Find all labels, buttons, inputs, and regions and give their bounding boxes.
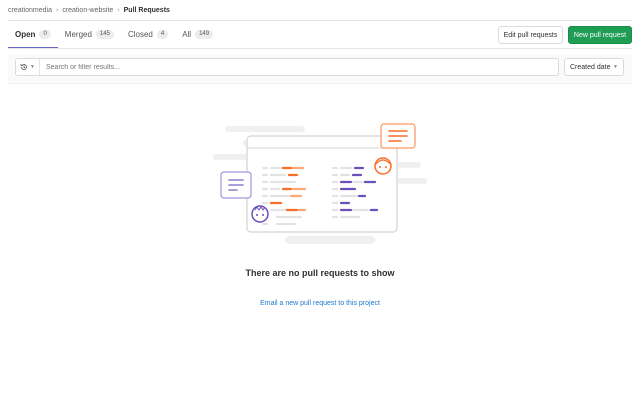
tab-merged[interactable]: Merged 145 bbox=[58, 21, 121, 49]
history-icon bbox=[20, 64, 27, 70]
empty-state-illustration bbox=[213, 123, 427, 244]
tab-open[interactable]: Open 0 bbox=[8, 21, 58, 49]
chevron-down-icon: ▼ bbox=[30, 64, 35, 70]
chevron-right-icon: › bbox=[55, 6, 59, 14]
avatar-purple-icon bbox=[251, 205, 269, 223]
state-tabs: Open 0 Merged 145 Closed 4 All 149 bbox=[8, 21, 220, 49]
email-pull-request-link-wrap: Email a new pull request to this project bbox=[0, 300, 640, 307]
sort-label: Created date bbox=[570, 63, 611, 71]
count-badge: 145 bbox=[95, 29, 114, 39]
recent-searches-dropdown[interactable]: ▼ bbox=[16, 59, 40, 75]
tabs-divider bbox=[8, 48, 632, 49]
tab-closed[interactable]: Closed 4 bbox=[121, 21, 175, 49]
edit-pull-requests-button[interactable]: Edit pull requests bbox=[498, 26, 563, 44]
chevron-down-icon: ▼ bbox=[613, 64, 618, 70]
avatar-orange-icon bbox=[374, 157, 392, 175]
filtered-search: ▼ bbox=[15, 58, 559, 76]
tab-label: Open bbox=[15, 29, 36, 39]
tab-label: Closed bbox=[127, 29, 153, 39]
empty-state-title: There are no pull requests to show bbox=[245, 268, 395, 278]
count-badge: 4 bbox=[156, 29, 169, 39]
new-pull-request-button[interactable]: New pull request bbox=[568, 26, 632, 44]
breadcrumb: creationmedia › creation-website › Pull … bbox=[8, 4, 170, 16]
comment-bubble-purple-icon bbox=[220, 171, 252, 199]
breadcrumb-current[interactable]: Pull Requests bbox=[124, 7, 170, 14]
breadcrumb-project[interactable]: creation-website bbox=[62, 7, 113, 14]
comment-bubble-orange-icon bbox=[380, 123, 416, 149]
breadcrumb-group[interactable]: creationmedia bbox=[8, 7, 52, 14]
sort-dropdown[interactable]: Created date ▼ bbox=[564, 58, 624, 76]
tab-label: Merged bbox=[64, 29, 92, 39]
chevron-right-icon: › bbox=[117, 6, 120, 14]
count-badge: 149 bbox=[195, 29, 214, 39]
tab-all[interactable]: All 149 bbox=[175, 21, 220, 49]
email-pull-request-link[interactable]: Email a new pull request to this project bbox=[260, 300, 380, 307]
filter-bar: ▼ Created date ▼ bbox=[8, 54, 632, 84]
search-input[interactable] bbox=[40, 59, 558, 75]
tab-label: All bbox=[182, 29, 192, 39]
count-badge: 0 bbox=[39, 29, 51, 39]
